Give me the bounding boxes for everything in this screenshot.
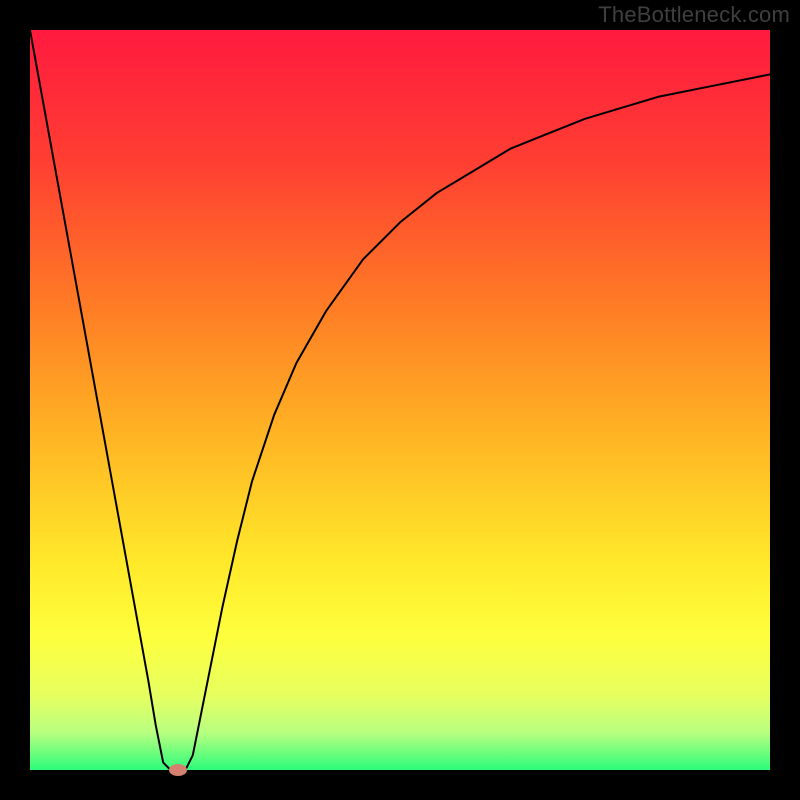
chart-frame: { "attribution": "TheBottleneck.com", "p…	[0, 0, 800, 800]
plot-background	[30, 30, 770, 770]
optimum-marker	[169, 764, 187, 776]
bottleneck-chart	[0, 0, 800, 800]
